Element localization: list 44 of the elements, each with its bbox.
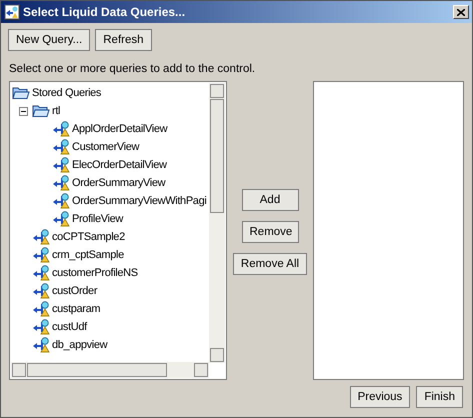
query-icon [52,211,70,227]
query-icon [32,337,50,353]
query-icon [32,319,50,335]
query-icon [52,121,70,137]
tree-item[interactable]: customerProfileNS [52,267,138,279]
instruction-text: Select one or more queries to add to the control. [9,63,256,77]
remove-all-button[interactable]: Remove All [232,253,308,275]
previous-button[interactable]: Previous [350,386,410,408]
query-icon [32,265,50,281]
finish-button[interactable]: Finish [416,386,463,408]
query-icon [52,157,70,173]
tree-item[interactable]: CustomerView [72,141,140,153]
horizontal-scrollbar[interactable] [11,362,209,378]
tree-item[interactable]: rtl [52,105,60,117]
add-button[interactable]: Add [242,189,298,211]
close-icon [457,8,465,16]
collapse-toggle[interactable] [19,106,28,116]
close-button[interactable] [453,5,469,19]
tree-item[interactable]: coCPTSample2 [52,231,125,243]
app-icon [4,4,20,20]
query-icon [32,301,50,317]
query-icon [32,247,50,263]
new-query-button[interactable]: New Query... [8,29,90,51]
query-tree[interactable] [9,81,227,380]
tree-item[interactable]: ElecOrderDetailView [72,159,167,171]
query-icon [32,229,50,245]
tree-item[interactable]: db_appview [52,339,108,351]
query-icon [32,283,50,299]
tree-item[interactable]: ApplOrderDetailView [72,123,168,135]
tree-item[interactable]: custOrder [52,285,98,297]
tree-item[interactable]: custUdf [52,321,87,333]
refresh-button[interactable]: Refresh [95,29,152,51]
tree-item[interactable]: OrderSummaryView [72,177,166,189]
window-title: Select Liquid Data Queries... [23,5,186,19]
tree-item[interactable]: custparam [52,303,100,315]
query-icon [52,193,70,209]
tree-item[interactable]: crm_cptSample [52,249,124,261]
query-icon [52,175,70,191]
remove-button[interactable]: Remove [242,221,298,243]
tree-item[interactable]: ProfileView [72,213,123,225]
query-icon [52,139,70,155]
tree-item[interactable]: OrderSummaryViewWithPagi [72,195,206,207]
tree-item[interactable]: Stored Queries [32,87,102,99]
vertical-scrollbar[interactable] [209,83,225,363]
